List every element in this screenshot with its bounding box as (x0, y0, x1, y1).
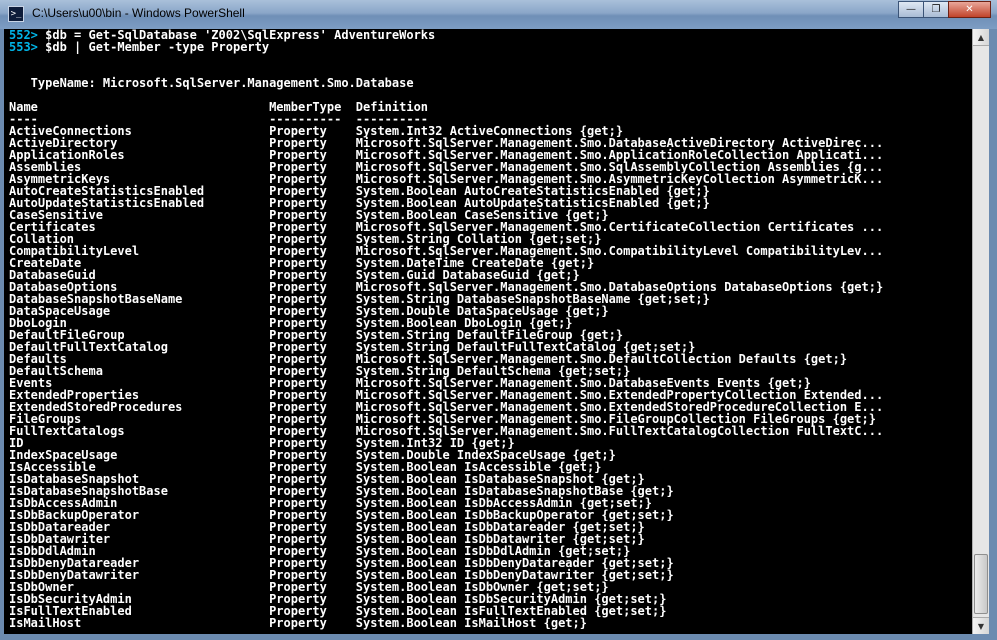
window-frame-bottom (0, 634, 997, 640)
title-bar[interactable]: >_ C:\Users\u00\bin - Windows PowerShell… (0, 0, 997, 29)
console-output[interactable]: 552> $db = Get-SqlDatabase 'Z002\SqlExpr… (4, 29, 972, 634)
prompt-number: 553> (9, 40, 38, 54)
scroll-down-arrow-icon[interactable]: ▼ (973, 617, 989, 634)
member-list: ActiveConnections Property System.Int32 … (4, 125, 972, 629)
window-frame-right (989, 29, 997, 640)
vertical-scrollbar[interactable]: ▲ ▼ (972, 29, 989, 634)
close-button[interactable]: ✕ (948, 1, 991, 18)
prompt-line: 553> $db | Get-Member -type Property (4, 41, 972, 53)
typename-line: TypeName: Microsoft.SqlServer.Management… (9, 76, 414, 90)
powershell-icon: >_ (8, 6, 24, 22)
maximize-button[interactable]: ❐ (923, 1, 949, 18)
command-text: $db | Get-Member -type Property (37, 40, 270, 54)
minimize-button[interactable]: — (898, 1, 924, 18)
window-title: C:\Users\u00\bin - Windows PowerShell (32, 6, 245, 20)
window-controls: — ❐ ✕ (898, 1, 991, 18)
powershell-window: >_ C:\Users\u00\bin - Windows PowerShell… (0, 0, 997, 640)
member-row: IsMailHost Property System.Boolean IsMai… (9, 616, 587, 630)
scrollbar-thumb[interactable] (974, 554, 988, 614)
scroll-up-arrow-icon[interactable]: ▲ (973, 29, 989, 46)
